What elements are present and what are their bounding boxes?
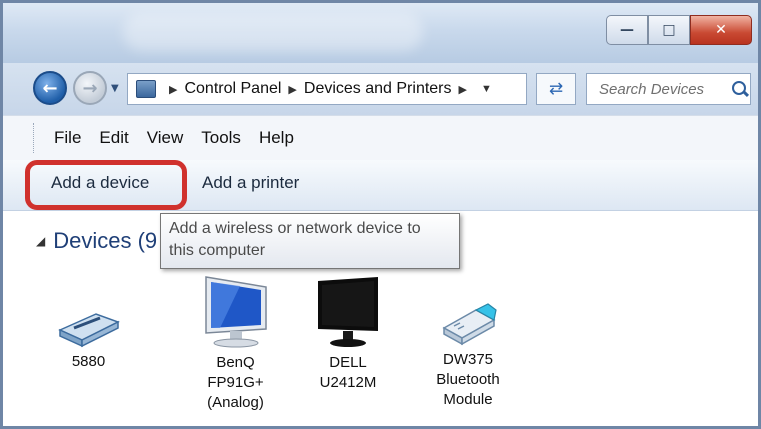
chevron-right-icon[interactable]: ▶: [288, 83, 296, 96]
device-name-line: 5880: [71, 353, 106, 370]
breadcrumb-control-panel[interactable]: Control Panel: [184, 80, 281, 98]
chevron-down-icon[interactable]: ▼: [481, 83, 492, 95]
close-button[interactable]: ✕: [690, 15, 752, 45]
forward-button[interactable]: →: [73, 71, 107, 105]
breadcrumb-devices-and-printers[interactable]: Devices and Printers: [304, 80, 452, 98]
search-icon[interactable]: [731, 80, 749, 98]
collapse-triangle-icon[interactable]: ◢: [36, 234, 45, 248]
device-name-line: Bluetooth: [436, 371, 500, 388]
device-name-line: BenQ: [216, 354, 255, 371]
card-reader-icon: [57, 313, 120, 348]
minimize-button[interactable]: —: [606, 15, 648, 45]
breadcrumb[interactable]: ▶ Control Panel ▶ Devices and Printers ▶…: [127, 73, 527, 105]
device-name-line: DW375: [442, 351, 494, 368]
device-name-line: DELL: [329, 354, 367, 371]
window-controls: — □ ✕: [606, 15, 752, 45]
devices-group-label: Devices (9: [53, 228, 158, 253]
tooltip: Add a wireless or network device to this…: [160, 213, 460, 269]
device-name-line: U2412M: [319, 374, 377, 391]
chevron-right-icon[interactable]: ▶: [459, 83, 467, 96]
monitor-icon: [318, 277, 378, 347]
back-button[interactable]: ←: [33, 71, 67, 105]
menu-bar: File Edit View Tools Help: [3, 115, 758, 161]
explorer-window: — □ ✕ ← → ▼ ▶ Control Panel ▶ Devices an…: [0, 0, 761, 429]
usb-bluetooth-icon: [442, 303, 497, 346]
refresh-button[interactable]: ⇄: [536, 73, 576, 105]
monitor-icon: [204, 276, 267, 348]
menu-help[interactable]: Help: [259, 128, 294, 148]
device-name-line: FP91G+: [207, 374, 264, 391]
search-box[interactable]: [586, 73, 751, 105]
recent-pages-dropdown-icon[interactable]: ▼: [111, 83, 119, 94]
control-panel-icon: [136, 80, 156, 98]
search-input[interactable]: [597, 79, 729, 99]
tooltip-line-2: this computer: [169, 242, 266, 259]
device-5880[interactable]: 5880: [51, 308, 126, 372]
chevron-right-icon[interactable]: ▶: [169, 83, 177, 96]
add-printer-button[interactable]: Add a printer: [202, 173, 299, 193]
refresh-icon: ⇄: [548, 79, 564, 99]
maximize-button[interactable]: □: [648, 15, 690, 45]
devices-group-header[interactable]: ◢ Devices (9: [36, 228, 157, 254]
tooltip-line-1: Add a wireless or network device to: [169, 220, 421, 237]
menu-view[interactable]: View: [147, 128, 184, 148]
highlight-annotation: [25, 160, 187, 210]
title-bar: — □ ✕: [3, 3, 758, 63]
device-name-line: (Analog): [207, 394, 264, 411]
menu-file[interactable]: File: [54, 128, 81, 148]
device-dw375-bluetooth-module[interactable]: DW375 Bluetooth Module: [423, 298, 513, 410]
device-benq-fp91g[interactable]: BenQ FP91G+ (Analog): [188, 273, 283, 413]
device-name-line: Module: [443, 391, 493, 408]
menu-tools[interactable]: Tools: [201, 128, 241, 148]
menu-edit[interactable]: Edit: [99, 128, 128, 148]
address-bar: ← → ▼ ▶ Control Panel ▶ Devices and Prin…: [3, 63, 758, 115]
device-dell-u2412m[interactable]: DELL U2412M: [303, 273, 393, 393]
